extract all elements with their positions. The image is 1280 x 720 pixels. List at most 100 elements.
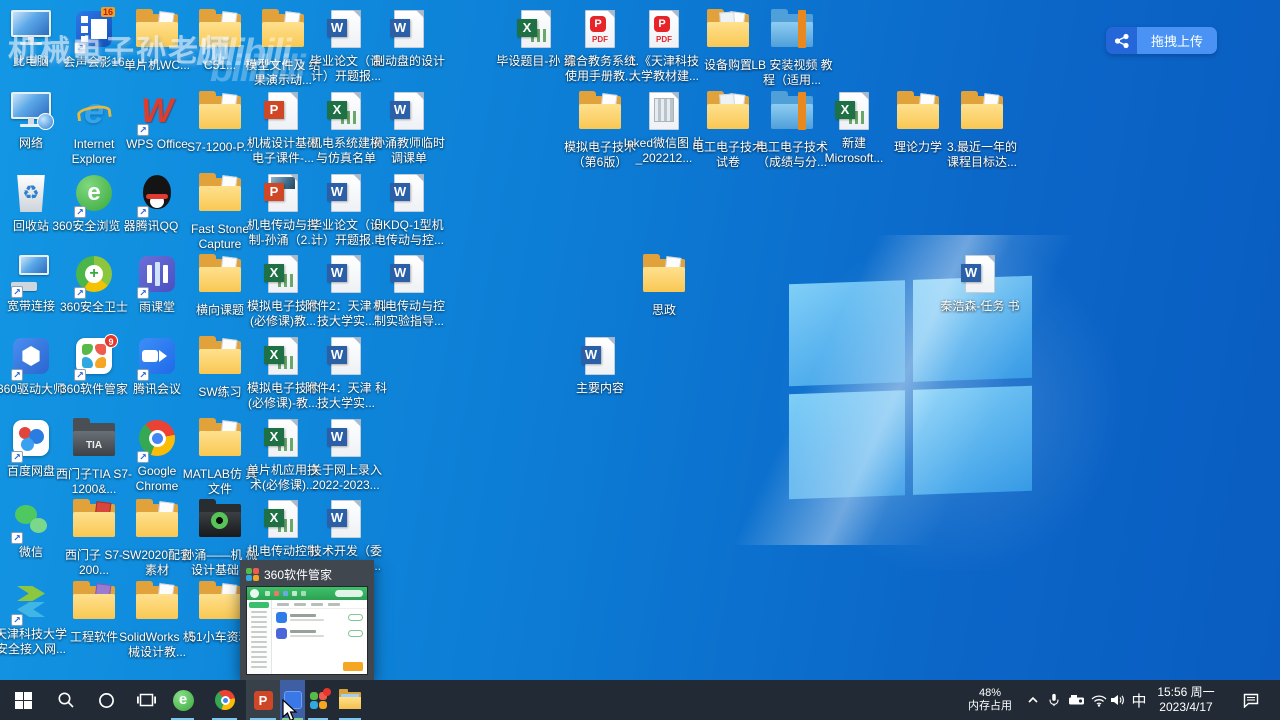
desktop-icon-label: 制动盘的设计 bbox=[372, 54, 445, 68]
taskbar-360-browser[interactable]: e bbox=[164, 680, 202, 720]
word-icon: W bbox=[323, 419, 369, 461]
taskbar-powerpoint[interactable]: P bbox=[246, 680, 280, 720]
broadband-icon: ↗ bbox=[8, 255, 54, 298]
cortana-button[interactable] bbox=[86, 680, 126, 720]
shortcut-arrow-icon: ↗ bbox=[74, 206, 86, 218]
shortcut-arrow-icon: ↗ bbox=[74, 42, 86, 54]
action-center-button[interactable] bbox=[1236, 680, 1266, 720]
excel-icon: X bbox=[260, 500, 306, 542]
word-icon: W bbox=[957, 255, 1003, 297]
soft360-icon: ↗ 9 bbox=[71, 334, 118, 381]
task-view-icon bbox=[136, 693, 156, 707]
desktop-icon[interactable]: W 主要内容 bbox=[558, 335, 642, 396]
tray-volume[interactable] bbox=[1106, 680, 1130, 720]
hovered-app-icon bbox=[283, 691, 302, 709]
folder-icon bbox=[260, 9, 306, 56]
qq-icon: ↗ bbox=[134, 175, 180, 218]
desktop-icon[interactable]: W 机电传动与控 制实验指导... bbox=[367, 253, 451, 329]
desktop-icon[interactable]: W 制动盘的设计 bbox=[367, 8, 451, 69]
pdf-icon: P PDF bbox=[641, 10, 687, 52]
taskbar-chrome[interactable] bbox=[206, 680, 244, 720]
folder-icon bbox=[197, 9, 243, 56]
drag-upload-button[interactable]: 拖拽上传 bbox=[1106, 27, 1218, 54]
shortcut-arrow-icon: ↗ bbox=[11, 532, 23, 544]
excel-icon: X bbox=[323, 92, 369, 134]
desktop-icon[interactable]: LB 安装视频 教程（适用... bbox=[750, 8, 834, 88]
memory-usage-widget[interactable]: 48% 内存占用 bbox=[960, 680, 1020, 720]
tray-overflow-chevron[interactable] bbox=[1022, 680, 1044, 720]
excel-icon: X bbox=[260, 337, 306, 379]
360-browser-icon: e bbox=[172, 689, 194, 711]
folder-icon bbox=[641, 254, 687, 301]
clock-date: 2023/4/17 bbox=[1159, 700, 1213, 714]
darkfolder-icon bbox=[197, 499, 243, 546]
folder-icon bbox=[895, 91, 941, 138]
shortcut-arrow-icon: ↗ bbox=[74, 287, 86, 299]
taskbar-file-explorer[interactable] bbox=[333, 680, 367, 720]
desktop: 此电脑 16 ↗ 会声会影16 单片机WC... C51... 模型文件及 结果演示动...… bbox=[0, 0, 1280, 720]
yuketang-icon: ↗ bbox=[134, 256, 180, 299]
excel-icon: X bbox=[260, 255, 306, 297]
windows-logo-tile bbox=[789, 280, 905, 387]
word-icon: W bbox=[386, 174, 432, 216]
task-view-button[interactable] bbox=[126, 680, 166, 720]
folder-icon bbox=[197, 254, 243, 301]
memory-label: 内存占用 bbox=[968, 700, 1012, 712]
desktop-icon-label: 关于网上录入 2022-2023... bbox=[309, 463, 382, 492]
clock[interactable]: 15:56 周一 2023/4/17 bbox=[1152, 680, 1220, 720]
recycle-icon: ♻ bbox=[8, 175, 54, 217]
taskbar-thumbnail-preview[interactable]: 360软件管家 bbox=[240, 560, 374, 680]
preview-window-thumbnail[interactable] bbox=[246, 586, 368, 675]
word-icon: W bbox=[323, 500, 369, 542]
folder-icon bbox=[197, 173, 243, 220]
desktop-icon-label: 思政 bbox=[651, 303, 676, 317]
pdf-icon: P PDF bbox=[577, 10, 623, 52]
e360-icon: e ↗ bbox=[71, 175, 117, 218]
word-icon: W bbox=[323, 337, 369, 379]
desktop-icon[interactable]: W 秦浩森-任务 书 bbox=[938, 253, 1022, 314]
desktop-icon[interactable]: 3.最近一年的 课程目标达... bbox=[940, 90, 1024, 170]
desktop-icon[interactable]: W 孙涌教师临时 调课单 bbox=[367, 90, 451, 166]
folder-icon bbox=[197, 336, 243, 383]
desktop-icon-label: 秦浩森-任务 书 bbox=[940, 299, 1020, 313]
netdisk-share-icon bbox=[1106, 27, 1137, 54]
desktop-icon-label: 孙涌教师临时 调课单 bbox=[372, 136, 445, 165]
wps-icon: W ↗ bbox=[134, 92, 180, 136]
shortcut-arrow-icon: ↗ bbox=[137, 369, 149, 381]
folder-icon bbox=[134, 9, 180, 56]
search-button[interactable] bbox=[46, 680, 86, 720]
desktop-icon[interactable]: W 关于网上录入 2022-2023... bbox=[304, 417, 388, 493]
start-button[interactable] bbox=[0, 680, 46, 720]
shortcut-arrow-icon: ↗ bbox=[74, 369, 86, 381]
taskbar-hovered-app[interactable] bbox=[280, 680, 305, 720]
folder-icon bbox=[197, 581, 243, 628]
folder-icon bbox=[197, 91, 243, 138]
folder-icon bbox=[134, 499, 180, 546]
preview-title: 360软件管家 bbox=[264, 567, 333, 582]
image-icon bbox=[641, 92, 687, 134]
drive360-icon: ↗ bbox=[8, 338, 54, 381]
taskbar-360-software-manager[interactable] bbox=[305, 680, 331, 720]
action-center-icon bbox=[1243, 693, 1259, 708]
microphone-icon bbox=[1049, 693, 1059, 707]
shortcut-arrow-icon: ↗ bbox=[137, 287, 149, 299]
desktop-icon-label: 机电传动与控 制实验指导... bbox=[372, 299, 445, 328]
desktop-icon[interactable]: W HKDQ-1型机 电传动与控... bbox=[367, 172, 451, 248]
desktop-icon[interactable]: 思政 bbox=[622, 253, 706, 318]
ppt-icon: P bbox=[260, 92, 306, 134]
tray-microphone[interactable] bbox=[1044, 680, 1064, 720]
network-icon bbox=[8, 92, 54, 134]
easyconnect-icon: ↗ bbox=[8, 583, 54, 626]
memory-percent: 48% bbox=[978, 687, 1002, 699]
docsfolder-icon bbox=[705, 91, 751, 138]
powerpoint-icon: P bbox=[253, 690, 273, 710]
desktop-icon-label: LB 安装视频 教程（适用... bbox=[751, 58, 833, 87]
desktop-icon[interactable]: W 附件4：天津 科技大学实... bbox=[304, 335, 388, 411]
tiafolder-icon: TIA bbox=[71, 418, 117, 465]
tray-device[interactable] bbox=[1064, 680, 1088, 720]
word-icon: W bbox=[323, 174, 369, 216]
wifi-icon bbox=[1091, 694, 1107, 707]
word-icon: W bbox=[386, 10, 432, 52]
docsfolder-icon bbox=[705, 9, 751, 56]
ime-indicator[interactable]: 中 bbox=[1128, 680, 1150, 720]
